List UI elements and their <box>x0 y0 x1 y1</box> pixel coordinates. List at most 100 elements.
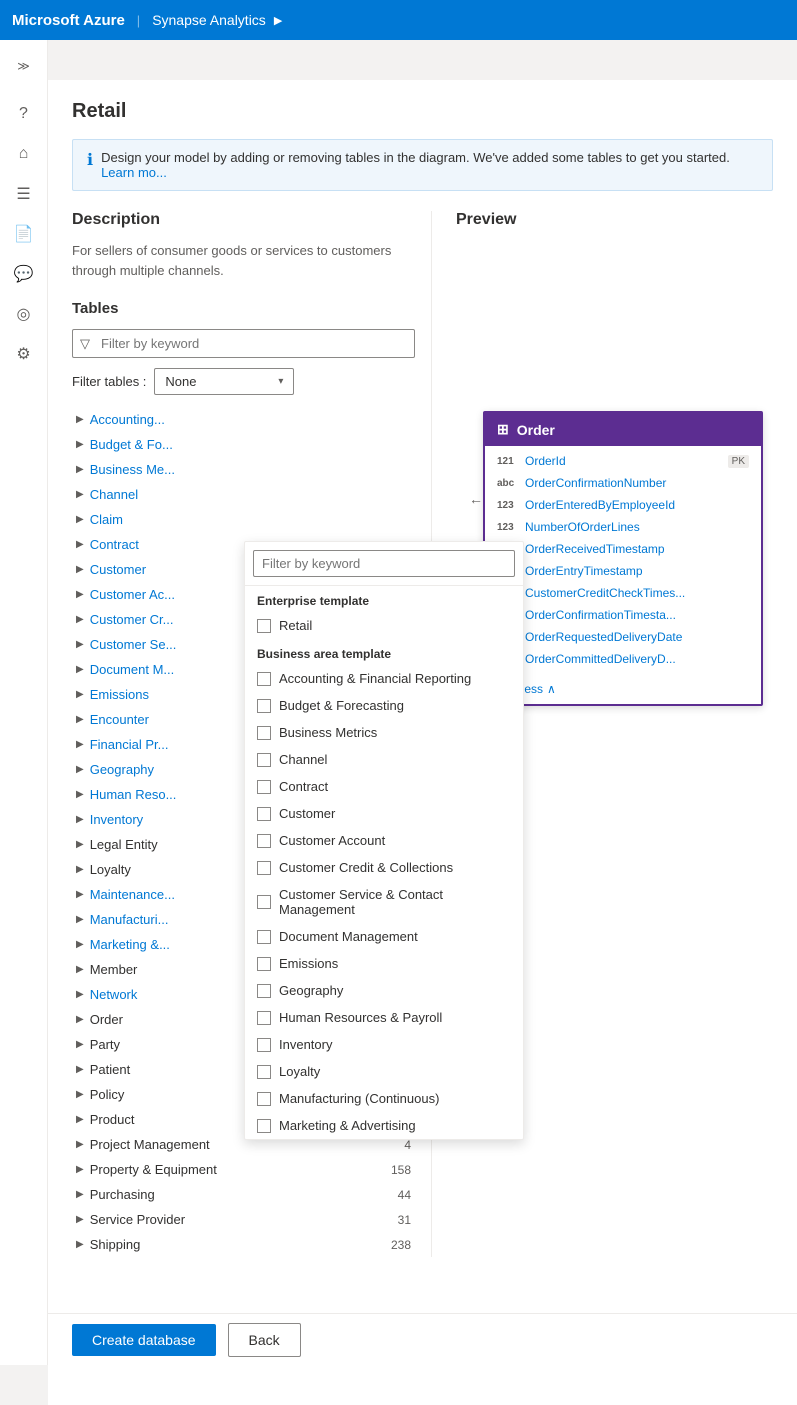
order-field[interactable]: 📅 OrderRequestedDeliveryDate <box>485 626 761 648</box>
checkbox <box>257 957 271 971</box>
order-field[interactable]: ⏱ OrderReceivedTimestamp <box>485 538 761 560</box>
field-type: 121 <box>497 456 517 467</box>
table-item[interactable]: ▶ Business Me... <box>72 457 415 482</box>
dropdown-item-label: Document Management <box>279 929 418 944</box>
field-type: abc <box>497 478 517 489</box>
chevron-down-icon: ▾ <box>278 376 283 387</box>
checkbox <box>257 895 271 909</box>
dropdown-business-item[interactable]: Emissions <box>245 950 523 977</box>
dropdown-business-item[interactable]: Customer Account <box>245 827 523 854</box>
table-item[interactable]: ▶ Budget & Fo... <box>72 432 415 457</box>
sidebar-expand[interactable]: ≫ <box>6 48 42 84</box>
dropdown-item-label: Human Resources & Payroll <box>279 1010 442 1025</box>
bottom-bar: Create database Back <box>48 1313 797 1365</box>
sidebar-document[interactable]: 📄 <box>6 216 42 252</box>
table-name: Loyalty <box>90 862 131 877</box>
order-field[interactable]: 123 NumberOfOrderLines <box>485 516 761 538</box>
sidebar-target[interactable]: ◎ <box>6 296 42 332</box>
table-count: 158 <box>391 1163 411 1177</box>
sidebar-chat[interactable]: 💬 <box>6 256 42 292</box>
order-field[interactable]: ⏱ OrderEntryTimestamp <box>485 560 761 582</box>
dropdown-business-item[interactable]: Human Resources & Payroll <box>245 1004 523 1031</box>
table-item-left: ▶ Customer Se... <box>76 637 176 652</box>
dropdown-business-item[interactable]: Business Metrics <box>245 719 523 746</box>
checkbox <box>257 1092 271 1106</box>
dropdown-item-label: Accounting & Financial Reporting <box>279 671 471 686</box>
table-item[interactable]: ▶ Service Provider 31 <box>72 1207 415 1232</box>
dropdown-business-item[interactable]: Inventory <box>245 1031 523 1058</box>
dropdown-business-item[interactable]: Loyalty <box>245 1058 523 1085</box>
dropdown-item-label: Customer Account <box>279 833 385 848</box>
dropdown-business-item[interactable]: Customer Service & Contact Management <box>245 881 523 923</box>
dropdown-business-item[interactable]: Budget & Forecasting <box>245 692 523 719</box>
order-field[interactable]: abc OrderConfirmationNumber <box>485 472 761 494</box>
dropdown-filter-input[interactable] <box>253 550 515 577</box>
table-name: Customer Cr... <box>90 612 174 627</box>
order-field[interactable]: 123 OrderEnteredByEmployeeId <box>485 494 761 516</box>
expand-arrow-icon: ▶ <box>76 714 84 725</box>
filter-tables-dropdown[interactable]: None ▾ <box>154 368 294 395</box>
dropdown-item-label: Loyalty <box>279 1064 320 1079</box>
dropdown-business-item[interactable]: Customer Credit & Collections <box>245 854 523 881</box>
expand-arrow-icon: ▶ <box>76 964 84 975</box>
table-item[interactable]: ▶ Accounting... <box>72 407 415 432</box>
sidebar-tools[interactable]: ⚙ <box>6 336 42 372</box>
dropdown-business-item[interactable]: Customer <box>245 800 523 827</box>
see-less-button[interactable]: See less ∧ <box>485 674 761 704</box>
table-item[interactable]: ▶ Claim <box>72 507 415 532</box>
table-count: 238 <box>391 1238 411 1252</box>
dropdown-business-item[interactable]: Accounting & Financial Reporting <box>245 665 523 692</box>
back-button[interactable]: Back <box>228 1323 301 1357</box>
keyword-filter-input[interactable] <box>72 329 415 358</box>
field-name: CustomerCreditCheckTimes... <box>525 586 749 600</box>
order-field[interactable]: 121 OrderId PK <box>485 450 761 472</box>
table-item-left: ▶ Product <box>76 1112 135 1127</box>
filter-dropdown-overlay: Enterprise template Retail Business area… <box>244 541 524 1140</box>
sidebar-home[interactable]: ⌂ <box>6 136 42 172</box>
dropdown-scroll[interactable]: Enterprise template Retail Business area… <box>245 586 523 1139</box>
order-field[interactable]: 📅 OrderCommittedDeliveryD... <box>485 648 761 670</box>
table-name: Customer Ac... <box>90 587 175 602</box>
sidebar: ≫ ? ⌂ ☰ 📄 💬 ◎ ⚙ <box>0 40 48 1365</box>
dropdown-item-label: Customer Service & Contact Management <box>279 887 511 917</box>
checkbox <box>257 1038 271 1052</box>
table-name: Emissions <box>90 687 149 702</box>
page-title: Retail <box>72 100 773 123</box>
table-item[interactable]: ▶ Shipping 238 <box>72 1232 415 1257</box>
dropdown-business-item[interactable]: Marketing & Advertising <box>245 1112 523 1139</box>
dropdown-business-item[interactable]: Document Management <box>245 923 523 950</box>
create-database-button[interactable]: Create database <box>72 1324 216 1356</box>
table-name: Customer <box>90 562 146 577</box>
field-type: 123 <box>497 522 517 533</box>
dropdown-business-item[interactable]: Geography <box>245 977 523 1004</box>
dropdown-business-item[interactable]: Contract <box>245 773 523 800</box>
dropdown-business-item[interactable]: Manufacturing (Continuous) <box>245 1085 523 1112</box>
dropdown-item-label: Customer <box>279 806 335 821</box>
table-name: Financial Pr... <box>90 737 169 752</box>
expand-arrow-icon: ▶ <box>76 1139 84 1150</box>
table-item-left: ▶ Shipping <box>76 1237 140 1252</box>
dropdown-business-item[interactable]: Channel <box>245 746 523 773</box>
table-item[interactable]: ▶ Channel <box>72 482 415 507</box>
order-field[interactable]: ⏱ OrderConfirmationTimesta... <box>485 604 761 626</box>
field-name: OrderEnteredByEmployeeId <box>525 498 749 512</box>
table-item-left: ▶ Order <box>76 1012 123 1027</box>
table-item-left: ▶ Manufacturi... <box>76 912 168 927</box>
order-field[interactable]: ⏱ CustomerCreditCheckTimes... <box>485 582 761 604</box>
dropdown-enterprise-item[interactable]: Retail <box>245 612 523 639</box>
checkbox <box>257 1065 271 1079</box>
table-item-left: ▶ Claim <box>76 512 123 527</box>
table-item-left: ▶ Patient <box>76 1062 130 1077</box>
expand-arrow-icon: ▶ <box>76 689 84 700</box>
sidebar-help[interactable]: ? <box>6 96 42 132</box>
dropdown-item-label: Emissions <box>279 956 338 971</box>
info-link[interactable]: Learn mo... <box>101 165 167 180</box>
field-name: OrderReceivedTimestamp <box>525 542 749 556</box>
tables-heading: Tables <box>72 300 415 317</box>
sidebar-list[interactable]: ☰ <box>6 176 42 212</box>
expand-arrow-icon: ▶ <box>76 1089 84 1100</box>
dropdown-item-label: Manufacturing (Continuous) <box>279 1091 439 1106</box>
table-name: Maintenance... <box>90 887 175 902</box>
table-item[interactable]: ▶ Property & Equipment 158 <box>72 1157 415 1182</box>
table-item[interactable]: ▶ Purchasing 44 <box>72 1182 415 1207</box>
